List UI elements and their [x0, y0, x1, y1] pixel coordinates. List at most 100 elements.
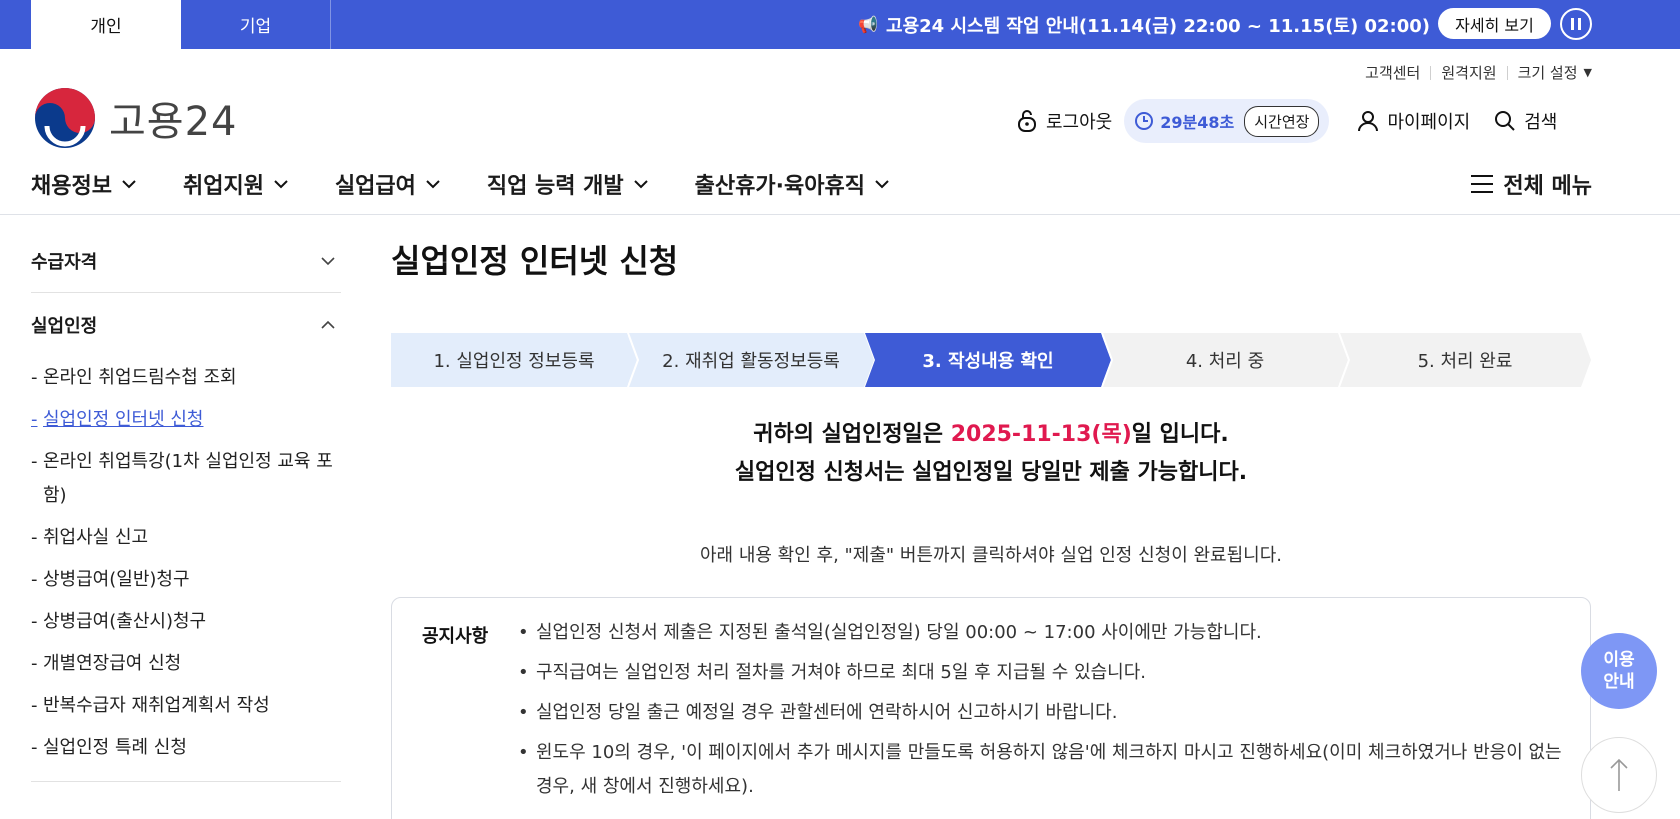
gnb-menu-parental-leave[interactable]: 출산휴가·육아휴직	[695, 168, 889, 200]
sidebar-group-header[interactable]: 수급자격	[31, 230, 341, 292]
sidebar-item[interactable]: - 온라인 취업특강(1차 실업인정 교육 포함)	[31, 441, 341, 517]
gnb-menu-employment-support[interactable]: 취업지원	[183, 168, 288, 200]
search-button[interactable]: 검색	[1494, 108, 1557, 134]
system-notice[interactable]: 📢 고용24 시스템 작업 안내(11.14(금) 22:00 ~ 11.15(…	[858, 0, 1430, 49]
sidebar-group-eligibility: 수급자격	[31, 230, 341, 293]
search-label: 검색	[1524, 112, 1558, 133]
sidebar-item-label: 상병급여(출산시)청구	[43, 611, 207, 632]
mypage-link[interactable]: 마이페이지	[1357, 108, 1470, 134]
sidebar-item-label: 실업인정 인터넷 신청	[43, 409, 204, 430]
gnb-menu-label: 직업 능력 개발	[486, 174, 624, 199]
utility-links: 고객센터 원격지원 크기 설정 ▼	[1365, 62, 1592, 83]
main-navigation: 채용정보 취업지원 실업급여 직업 능력 개발 출산휴가·육아휴직	[31, 166, 936, 202]
logo-text: 고용24	[109, 99, 238, 145]
divider	[1430, 65, 1432, 80]
chevron-up-icon	[321, 320, 335, 329]
step-5: 5. 처리 완료	[1339, 333, 1591, 387]
step-3-current: 3. 작성내용 확인	[865, 333, 1111, 387]
headline-suffix: 일 입니다.	[1131, 422, 1229, 447]
page-title: 실업인정 인터넷 신청	[391, 242, 679, 280]
gnb-menu-skills-development[interactable]: 직업 능력 개발	[487, 168, 648, 200]
divider	[1506, 65, 1508, 80]
sidebar-group-header[interactable]: 실업인정	[31, 293, 341, 357]
hamburger-icon	[1471, 175, 1494, 193]
step-label: 1. 실업인정 정보등록	[433, 351, 595, 372]
all-menu-button[interactable]: 전체 메뉴	[1471, 168, 1592, 200]
headline-line2: 실업인정 신청서는 실업인정일 당일만 제출 가능합니다.	[734, 460, 1248, 485]
sidebar-item-label: 개별연장급여 신청	[43, 653, 182, 674]
detail-button[interactable]: 자세히 보기	[1438, 8, 1551, 39]
sidebar-item[interactable]: - 취업사실 신고	[31, 517, 341, 559]
top-banner: 개인 기업 📢 고용24 시스템 작업 안내(11.14(금) 22:00 ~ …	[0, 0, 1680, 49]
sidebar-item-label: 상병급여(일반)청구	[43, 569, 190, 590]
notice-list: 실업인정 신청서 제출은 지정된 출석일(실업인정일) 당일 00:00 ~ 1…	[518, 616, 1568, 810]
sidebar-group-title: 실업인정	[31, 316, 98, 337]
gnb-menu-jobs[interactable]: 채용정보	[31, 168, 136, 200]
tab-personal[interactable]: 개인	[31, 0, 181, 49]
gnb-menu-label: 취업지원	[182, 174, 264, 199]
submit-instruction: 아래 내용 확인 후, "제출" 버튼까지 클릭하셔야 실업 인정 신청이 완료…	[699, 545, 1282, 566]
notice-item: 구직급여는 실업인정 처리 절차를 거쳐야 하므로 최대 5일 후 지급될 수 …	[518, 656, 1568, 690]
usage-guide-button[interactable]: 이용 안내	[1581, 633, 1657, 709]
session-timer: 29분48초 시간연장	[1124, 99, 1330, 143]
clock-icon	[1135, 112, 1154, 130]
mypage-label: 마이페이지	[1387, 112, 1471, 133]
sidebar: 수급자격 실업인정 - 온라인 취업드림수첩 조회 - 실업인정 인터넷 신청 -온…	[31, 230, 341, 782]
pause-icon-bar	[1578, 18, 1581, 30]
util-remote-support[interactable]: 원격지원	[1441, 62, 1496, 83]
util-size-setting[interactable]: 크기 설정	[1518, 62, 1578, 83]
notice-box: 공지사항 실업인정 신청서 제출은 지정된 출석일(실업인정일) 당일 00:0…	[391, 597, 1591, 819]
user-icon	[1358, 111, 1379, 132]
sidebar-item[interactable]: - 상병급여(일반)청구	[31, 559, 341, 601]
sidebar-group-recognition: 실업인정 - 온라인 취업드림수첩 조회 - 실업인정 인터넷 신청 - 온라인 취업…	[31, 293, 341, 782]
sidebar-item-label: 실업인정 특례 신청	[43, 737, 187, 758]
sidebar-group-title: 수급자격	[31, 252, 98, 273]
chevron-down-icon	[633, 180, 648, 189]
gnb-menu-label: 출산휴가·육아휴직	[694, 174, 865, 199]
search-icon	[1495, 111, 1515, 131]
gnb-menu-label: 실업급여	[334, 174, 416, 199]
sidebar-item[interactable]: - 개별연장급여 신청	[31, 643, 341, 685]
scroll-top-button[interactable]	[1581, 737, 1657, 813]
chevron-down-icon	[321, 257, 335, 266]
notice-item: 윈도우 10의 경우, '이 페이지에서 추가 메시지를 만들도록 허용하지 않…	[518, 736, 1568, 804]
usage-guide-line1: 이용	[1603, 650, 1635, 670]
step-label: 2. 재취업 활동정보등록	[662, 351, 840, 372]
step-4: 4. 처리 중	[1102, 333, 1348, 387]
usage-guide-line2: 안내	[1603, 672, 1635, 692]
header-divider	[0, 214, 1680, 215]
chevron-down-icon: ▼	[1583, 66, 1592, 79]
headline-prefix: 귀하의 실업인정일은	[753, 422, 951, 447]
pause-button[interactable]	[1560, 8, 1592, 40]
tab-company[interactable]: 기업	[181, 0, 331, 49]
lock-icon	[1018, 110, 1036, 132]
sidebar-item[interactable]: - 실업인정 특례 신청	[31, 727, 341, 769]
sidebar-item-label: 반복수급자 재취업계획서 작성	[43, 695, 270, 716]
system-notice-text: 고용24 시스템 작업 안내(11.14(금) 22:00 ~ 11.15(토)…	[886, 15, 1430, 37]
arrow-up-icon	[1610, 758, 1628, 791]
step-label: 5. 처리 완료	[1417, 351, 1513, 372]
util-customer-center[interactable]: 고객센터	[1365, 62, 1420, 83]
site-logo[interactable]: 고용24	[33, 86, 238, 150]
sidebar-item-active[interactable]: - 실업인정 인터넷 신청	[31, 399, 341, 441]
timer-value: 29분48초	[1160, 113, 1235, 132]
notice-item: 실업인정 신청서 제출은 지정된 출석일(실업인정일) 당일 00:00 ~ 1…	[518, 616, 1568, 650]
header-actions: 로그아웃 29분48초 시간연장 마이페이지 검색	[1016, 99, 1557, 143]
logout-label: 로그아웃	[1046, 112, 1113, 133]
gnb-menu-label: 채용정보	[31, 174, 112, 199]
logout-button[interactable]: 로그아웃	[1016, 108, 1112, 134]
sidebar-list: - 온라인 취업드림수첩 조회 - 실업인정 인터넷 신청 - 온라인 취업특강(1차…	[31, 357, 341, 781]
step-1: 1. 실업인정 정보등록	[391, 333, 637, 387]
chevron-down-icon	[122, 180, 136, 189]
notice-item: 실업인정 당일 출근 예정일 경우 관할센터에 연락하시어 신고하시기 바랍니다…	[518, 696, 1568, 730]
sidebar-item[interactable]: - 상병급여(출산시)청구	[31, 601, 341, 643]
gnb-menu-unemployment-benefit[interactable]: 실업급여	[335, 168, 440, 200]
pause-icon	[1571, 18, 1574, 30]
taegeuk-emblem-icon	[35, 88, 95, 148]
sidebar-item[interactable]: - 온라인 취업드림수첩 조회	[31, 357, 341, 399]
chevron-down-icon	[875, 180, 889, 189]
step-2: 2. 재취업 활동정보등록	[628, 333, 874, 387]
extend-session-button[interactable]: 시간연장	[1244, 105, 1320, 137]
megaphone-icon: 📢	[858, 15, 879, 34]
sidebar-item[interactable]: - 반복수급자 재취업계획서 작성	[31, 685, 341, 727]
